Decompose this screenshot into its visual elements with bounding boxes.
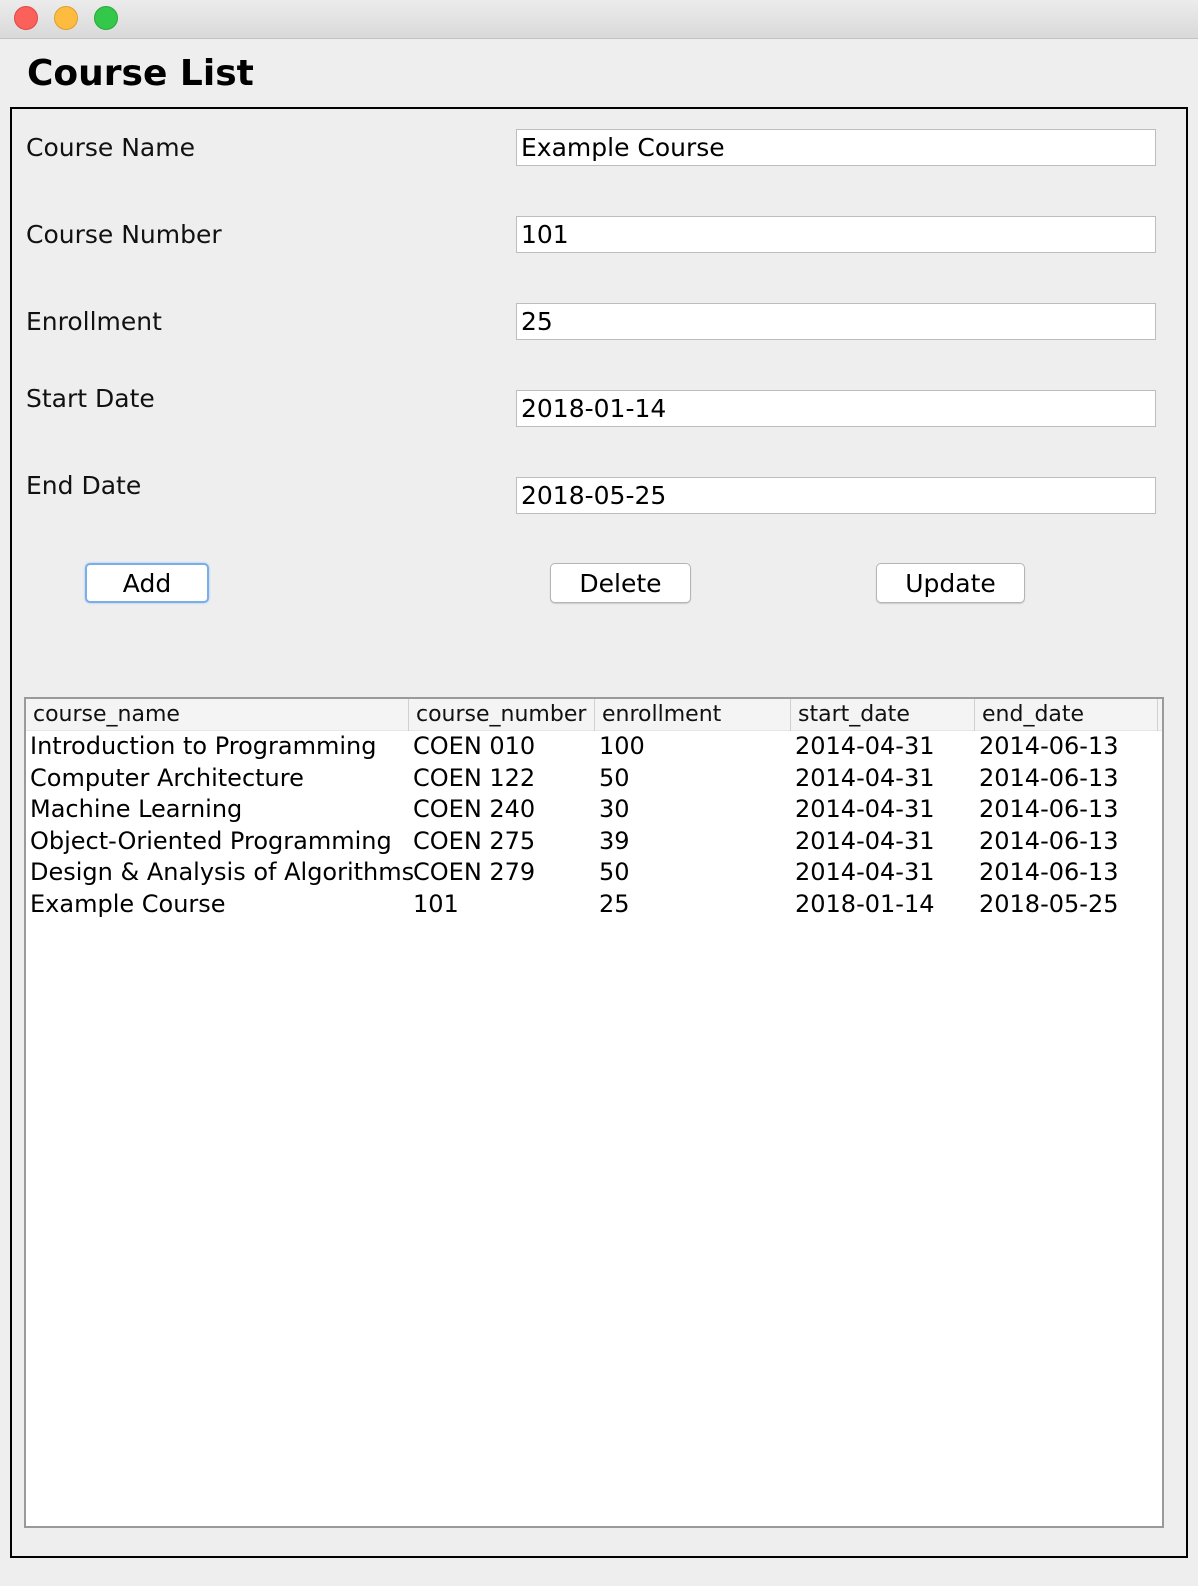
table-header: course_name course_number enrollment sta… <box>26 699 1162 731</box>
course-table: course_name course_number enrollment sta… <box>24 697 1164 1528</box>
cell-course-name: Introduction to Programming <box>30 732 377 760</box>
page-title: Course List <box>27 53 254 94</box>
start-date-label: Start Date <box>26 384 155 413</box>
table-row[interactable]: Machine Learning COEN 240 30 2014-04-31 … <box>26 794 1162 826</box>
cell-enrollment: 50 <box>599 858 630 887</box>
delete-button[interactable]: Delete <box>550 563 691 603</box>
cell-start-date: 2014-04-31 <box>795 732 935 760</box>
end-date-label: End Date <box>26 471 142 500</box>
column-header-course-number[interactable]: course_number <box>409 699 595 731</box>
column-header-enrollment[interactable]: enrollment <box>595 699 791 731</box>
cell-enrollment: 50 <box>599 763 630 792</box>
column-header-start-date[interactable]: start_date <box>791 699 975 731</box>
table-row[interactable]: Introduction to Programming COEN 010 100… <box>26 731 1162 763</box>
minimize-window-icon[interactable] <box>54 6 78 30</box>
cell-end-date: 2014-06-13 <box>979 732 1119 760</box>
cell-course-number: COEN 279 <box>413 858 536 887</box>
cell-enrollment: 25 <box>599 889 630 918</box>
cell-course-number: COEN 275 <box>413 826 536 855</box>
cell-end-date: 2014-06-13 <box>979 826 1119 855</box>
cell-enrollment: 100 <box>599 732 645 760</box>
cell-course-name: Example Course <box>30 889 226 918</box>
cell-end-date: 2014-06-13 <box>979 763 1119 792</box>
course-form-panel: Course Name Course Number Enrollment Sta… <box>10 107 1188 1558</box>
table-row[interactable]: Object-Oriented Programming COEN 275 39 … <box>26 826 1162 858</box>
course-name-input[interactable] <box>516 129 1156 166</box>
maximize-window-icon[interactable] <box>94 6 118 30</box>
cell-course-name: Machine Learning <box>30 795 243 824</box>
cell-course-number: 101 <box>413 889 459 918</box>
course-name-label: Course Name <box>26 133 195 162</box>
cell-start-date: 2018-01-14 <box>795 889 935 918</box>
cell-course-name: Design & Analysis of Algorithms <box>30 858 415 887</box>
cell-start-date: 2014-04-31 <box>795 826 935 855</box>
course-number-label: Course Number <box>26 220 222 249</box>
cell-course-name: Computer Architecture <box>30 763 304 792</box>
window-titlebar <box>0 0 1198 39</box>
cell-course-number: COEN 240 <box>413 795 536 824</box>
cell-start-date: 2014-04-31 <box>795 763 935 792</box>
column-header-course-name[interactable]: course_name <box>26 699 409 731</box>
enrollment-label: Enrollment <box>26 307 162 336</box>
enrollment-input[interactable] <box>516 303 1156 340</box>
table-row[interactable]: Example Course 101 25 2018-01-14 2018-05… <box>26 889 1162 921</box>
table-row[interactable]: Design & Analysis of Algorithms COEN 279… <box>26 857 1162 889</box>
course-number-input[interactable] <box>516 216 1156 253</box>
close-window-icon[interactable] <box>14 6 38 30</box>
cell-start-date: 2014-04-31 <box>795 858 935 887</box>
cell-start-date: 2014-04-31 <box>795 795 935 824</box>
cell-end-date: 2014-06-13 <box>979 795 1119 824</box>
table-body: Introduction to Programming COEN 010 100… <box>26 731 1162 921</box>
add-button[interactable]: Add <box>85 563 209 603</box>
table-row[interactable]: Computer Architecture COEN 122 50 2014-0… <box>26 763 1162 795</box>
cell-course-number: COEN 010 <box>413 732 536 760</box>
cell-enrollment: 39 <box>599 826 630 855</box>
column-header-end-date[interactable]: end_date <box>975 699 1158 731</box>
update-button[interactable]: Update <box>876 563 1025 603</box>
end-date-input[interactable] <box>516 477 1156 514</box>
start-date-input[interactable] <box>516 390 1156 427</box>
cell-end-date: 2018-05-25 <box>979 889 1119 918</box>
cell-course-name: Object-Oriented Programming <box>30 826 392 855</box>
cell-end-date: 2014-06-13 <box>979 858 1119 887</box>
cell-course-number: COEN 122 <box>413 763 536 792</box>
cell-enrollment: 30 <box>599 795 630 824</box>
